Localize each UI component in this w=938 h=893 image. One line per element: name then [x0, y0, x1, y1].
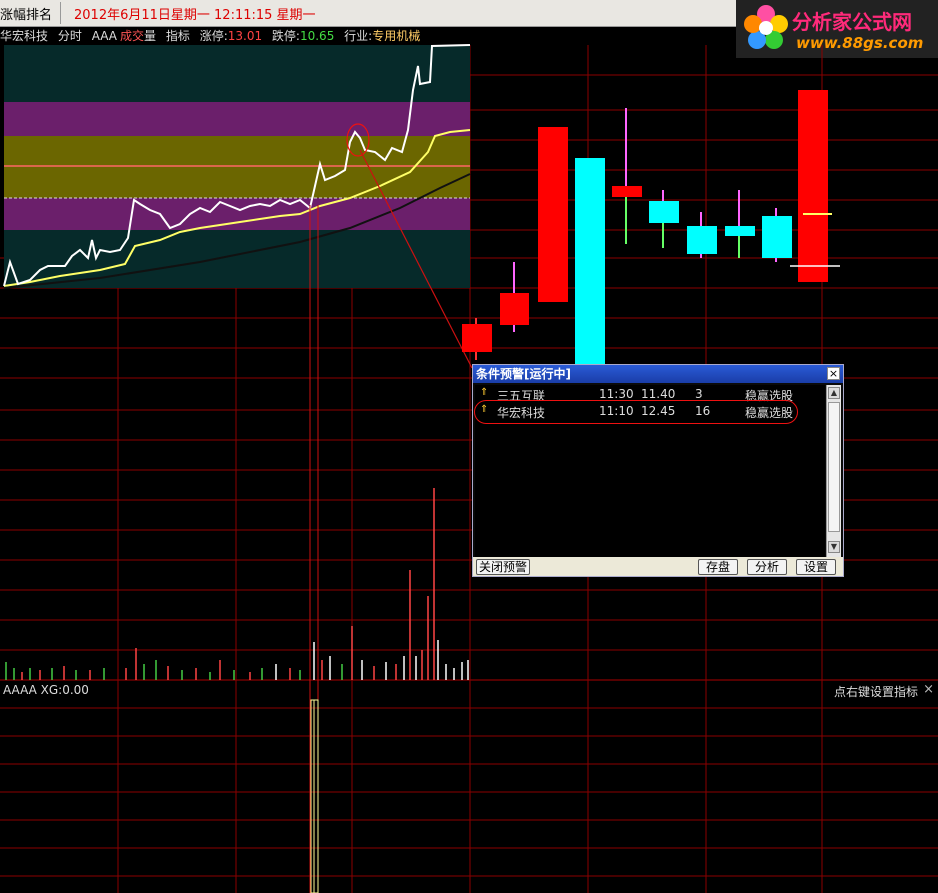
- topbar-divider: [60, 2, 61, 24]
- save-button[interactable]: 存盘: [698, 559, 738, 575]
- candle-2: [500, 293, 529, 325]
- band-olive-bottom: [4, 166, 470, 198]
- alert-window-title[interactable]: 条件预警[运行中]: [473, 365, 843, 383]
- row-count: 3: [695, 387, 703, 401]
- candle-7: [687, 226, 717, 254]
- candle-9: [762, 216, 792, 258]
- candle-1: [462, 324, 492, 352]
- scroll-down-icon[interactable]: ▼: [828, 541, 840, 553]
- scroll-up-icon[interactable]: ▲: [828, 387, 840, 399]
- datetime-display: 2012年6月11日星期一 12:11:15 星期一: [74, 8, 316, 23]
- volume-bars: [5, 488, 469, 680]
- candle-3: [538, 127, 568, 302]
- vertical-scrollbar[interactable]: ▲ ▼: [826, 385, 841, 557]
- ranking-tab[interactable]: 涨幅排名: [0, 4, 52, 23]
- candle-6: [649, 201, 679, 223]
- subchart-close-icon[interactable]: ×: [923, 682, 934, 697]
- row-time: 11:30: [599, 387, 634, 401]
- subchart-title: AAAA XG:0.00: [3, 683, 89, 697]
- analyze-button[interactable]: 分析: [747, 559, 787, 575]
- row-price: 11.40: [641, 387, 676, 401]
- settings-button[interactable]: 设置: [796, 559, 836, 575]
- alert-window-footer: 关闭预警 存盘 分析 设置: [473, 557, 843, 576]
- close-icon[interactable]: ×: [827, 367, 840, 380]
- up-arrow-icon: ⇑: [480, 387, 489, 398]
- condition-alert-window: 条件预警[运行中] × ⇑ 三五互联 11:30 11.40 3 稳赢选股 ⇑ …: [472, 364, 844, 577]
- candle-4: [575, 158, 605, 368]
- band-purple-top: [4, 102, 470, 136]
- band-purple-bottom: [4, 198, 470, 230]
- scroll-thumb[interactable]: [828, 402, 840, 532]
- xg-signal-bar: [310, 699, 319, 893]
- candle-8: [725, 226, 755, 236]
- intraday-inset: [3, 44, 471, 289]
- alert-window-title-text: 条件预警[运行中]: [476, 367, 571, 381]
- candle-5: [612, 186, 642, 197]
- indicator-settings-tip[interactable]: 点右键设置指标: [834, 683, 918, 700]
- candlesticks: [462, 90, 840, 368]
- selected-row-highlight: [474, 400, 798, 424]
- candle-10: [798, 90, 828, 282]
- close-alert-button[interactable]: 关闭预警: [476, 559, 530, 575]
